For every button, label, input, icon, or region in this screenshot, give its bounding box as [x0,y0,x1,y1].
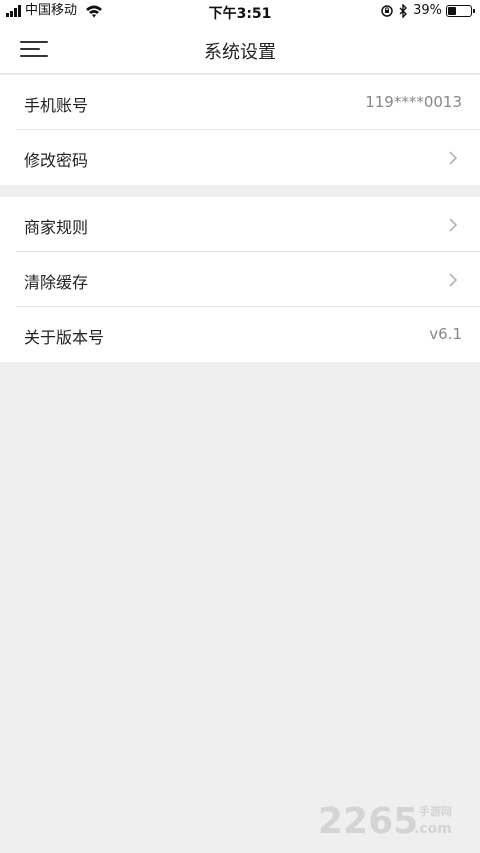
battery-fill [448,7,456,15]
row-label: 商家规则 [24,218,89,237]
chevron-right-icon [449,218,458,232]
row-clear-cache[interactable]: 清除缓存 [16,252,480,307]
row-label: 清除缓存 [24,273,89,292]
settings-group-account: 手机账号 119****0013 修改密码 [0,75,480,185]
chevron-right-icon [449,273,458,287]
row-label: 关于版本号 [24,328,105,347]
rotation-lock-icon [381,5,393,17]
row-merchant-rules[interactable]: 商家规则 [16,197,480,252]
chevron-right-icon [449,151,458,165]
settings-group-app: 商家规则 清除缓存 关于版本号 v6.1 [0,197,480,362]
settings-screen: 中国移动 下午3:51 39% 系统设置 手机账号 119****0013 修改… [0,0,480,853]
row-label: 手机账号 [24,96,89,115]
nav-bar: 系统设置 [0,24,480,74]
svg-text:手游网: 手游网 [419,804,452,818]
page-title: 系统设置 [204,42,276,63]
status-right: 39% [381,3,475,18]
row-about-version[interactable]: 关于版本号 v6.1 [16,307,480,362]
row-phone-account[interactable]: 手机账号 119****0013 [16,75,480,130]
svg-text:.com: .com [414,821,452,837]
bluetooth-icon [399,4,408,18]
battery-icon [446,5,475,17]
status-bar: 中国移动 下午3:51 39% [0,0,480,24]
phone-number-value: 119****0013 [365,93,462,111]
svg-text:2265: 2265 [318,801,418,841]
watermark-logo: 2265 .com 手游网 [318,801,452,841]
row-change-password[interactable]: 修改密码 [16,130,480,185]
version-value: v6.1 [429,325,462,343]
row-label: 修改密码 [24,151,89,170]
battery-percent: 39% [413,3,442,18]
